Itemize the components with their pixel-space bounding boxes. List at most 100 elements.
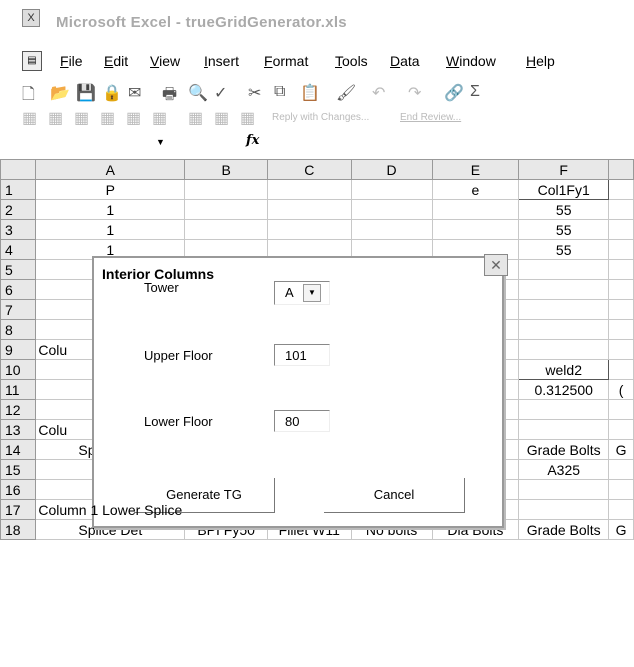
row-header[interactable]: 8: [0, 319, 37, 340]
row-header[interactable]: 2: [0, 199, 37, 220]
document-icon[interactable]: ▤: [22, 51, 42, 71]
cell-g[interactable]: [608, 399, 634, 420]
cell-g[interactable]: [608, 279, 634, 300]
col-header-g[interactable]: [608, 159, 634, 180]
menu-tools[interactable]: Tools: [335, 53, 368, 69]
row-header[interactable]: 12: [0, 399, 37, 420]
review-icon-6[interactable]: ▦: [152, 108, 167, 128]
col-header-e[interactable]: E: [431, 159, 520, 180]
tower-dropdown[interactable]: A ▼: [274, 281, 330, 305]
cell-b[interactable]: [184, 179, 268, 200]
cell-e[interactable]: [431, 219, 520, 240]
cell-f[interactable]: 55: [518, 219, 610, 240]
paste-icon[interactable]: 📋: [300, 83, 320, 103]
cell-a[interactable]: Column 1 Lower Splice: [35, 499, 186, 520]
cell-g[interactable]: G: [608, 519, 634, 540]
cell-f[interactable]: A325: [518, 459, 610, 480]
cell-g[interactable]: [608, 199, 634, 220]
row-header[interactable]: 9: [0, 339, 37, 360]
cell-f[interactable]: Grade Bolts: [518, 519, 610, 540]
cell-g[interactable]: [608, 219, 634, 240]
review-icon-7[interactable]: ▦: [188, 108, 203, 128]
cell-g[interactable]: [608, 239, 634, 260]
save-icon[interactable]: 💾: [76, 83, 96, 103]
cell-g[interactable]: (: [608, 379, 634, 400]
cell-f[interactable]: [518, 319, 610, 340]
cell-g[interactable]: [608, 419, 634, 440]
name-box-dropdown-icon[interactable]: ▼: [156, 137, 165, 147]
cell-g[interactable]: [608, 499, 634, 520]
menu-format[interactable]: Format: [264, 53, 308, 69]
cell-f[interactable]: [518, 499, 610, 520]
menu-help[interactable]: Help: [526, 53, 555, 69]
cell-d[interactable]: [350, 179, 433, 200]
autosum-icon[interactable]: Σ: [470, 83, 480, 101]
row-header[interactable]: 7: [0, 299, 37, 320]
cell-c[interactable]: [266, 219, 352, 240]
chevron-down-icon[interactable]: ▼: [303, 284, 321, 302]
menu-view[interactable]: View: [150, 53, 180, 69]
cell-g[interactable]: [608, 299, 634, 320]
review-icon-1[interactable]: ▦: [22, 108, 37, 128]
cell-g[interactable]: [608, 259, 634, 280]
cell-g[interactable]: [608, 479, 634, 500]
cut-icon[interactable]: ✂: [248, 83, 261, 103]
cell-g[interactable]: [608, 179, 634, 200]
menu-data[interactable]: Data: [390, 53, 420, 69]
review-icon-8[interactable]: ▦: [214, 108, 229, 128]
row-header[interactable]: 11: [0, 379, 37, 400]
row-header[interactable]: 6: [0, 279, 37, 300]
col-header-d[interactable]: D: [350, 159, 433, 180]
cell-g[interactable]: [608, 459, 634, 480]
format-painter-icon[interactable]: 🖌: [336, 83, 356, 103]
review-icon-9[interactable]: ▦: [240, 108, 255, 128]
cell-g[interactable]: [608, 339, 634, 360]
print-preview-icon[interactable]: 🔍: [188, 83, 208, 103]
close-icon[interactable]: ✕: [484, 254, 508, 276]
upper-floor-input[interactable]: [274, 344, 330, 366]
row-header[interactable]: 5: [0, 259, 37, 280]
hyperlink-icon[interactable]: 🔗: [444, 83, 464, 103]
cell-f[interactable]: Col1Fy1: [518, 179, 610, 200]
copy-icon[interactable]: ⧉: [274, 83, 285, 101]
cell-a[interactable]: 1: [35, 199, 186, 220]
menu-insert[interactable]: Insert: [204, 53, 239, 69]
lower-floor-input[interactable]: [274, 410, 330, 432]
email-icon[interactable]: ✉: [128, 83, 141, 103]
undo-icon[interactable]: ↶: [372, 83, 385, 103]
cell-f[interactable]: [518, 339, 610, 360]
cell-f[interactable]: [518, 419, 610, 440]
print-icon[interactable]: 🖶: [162, 83, 177, 110]
cell-g[interactable]: [608, 319, 634, 340]
cell-f[interactable]: [518, 299, 610, 320]
row-header[interactable]: 17: [0, 499, 37, 520]
cell-e[interactable]: [431, 199, 520, 220]
cell-e[interactable]: e: [431, 179, 520, 200]
cell-f[interactable]: 0.312500: [518, 379, 610, 400]
cell-f[interactable]: 55: [518, 239, 610, 260]
cell-f[interactable]: [518, 259, 610, 280]
row-header[interactable]: 18: [0, 519, 37, 540]
col-header-b[interactable]: B: [184, 159, 268, 180]
row-header[interactable]: 10: [0, 359, 37, 380]
review-icon-4[interactable]: ▦: [100, 108, 115, 128]
open-icon[interactable]: 📂: [50, 83, 70, 103]
reply-with-changes-button[interactable]: Reply with Changes...: [272, 112, 369, 123]
col-header-c[interactable]: C: [266, 159, 352, 180]
review-icon-3[interactable]: ▦: [74, 108, 89, 128]
cell-f[interactable]: [518, 399, 610, 420]
cell-a[interactable]: P: [35, 179, 186, 200]
col-header-f[interactable]: F: [518, 159, 610, 180]
excel-app-icon[interactable]: X: [22, 9, 40, 27]
cell-f[interactable]: [518, 479, 610, 500]
row-header[interactable]: 1: [0, 179, 37, 200]
row-header[interactable]: 15: [0, 459, 37, 480]
cell-b[interactable]: [184, 199, 268, 220]
cell-g[interactable]: [608, 359, 634, 380]
menu-edit[interactable]: Edit: [104, 53, 128, 69]
cell-c[interactable]: [266, 179, 352, 200]
new-icon[interactable]: 🗋: [22, 83, 35, 110]
redo-icon[interactable]: ↷: [408, 83, 421, 103]
cell-d[interactable]: [350, 219, 433, 240]
end-review-button[interactable]: End Review...: [400, 112, 461, 123]
